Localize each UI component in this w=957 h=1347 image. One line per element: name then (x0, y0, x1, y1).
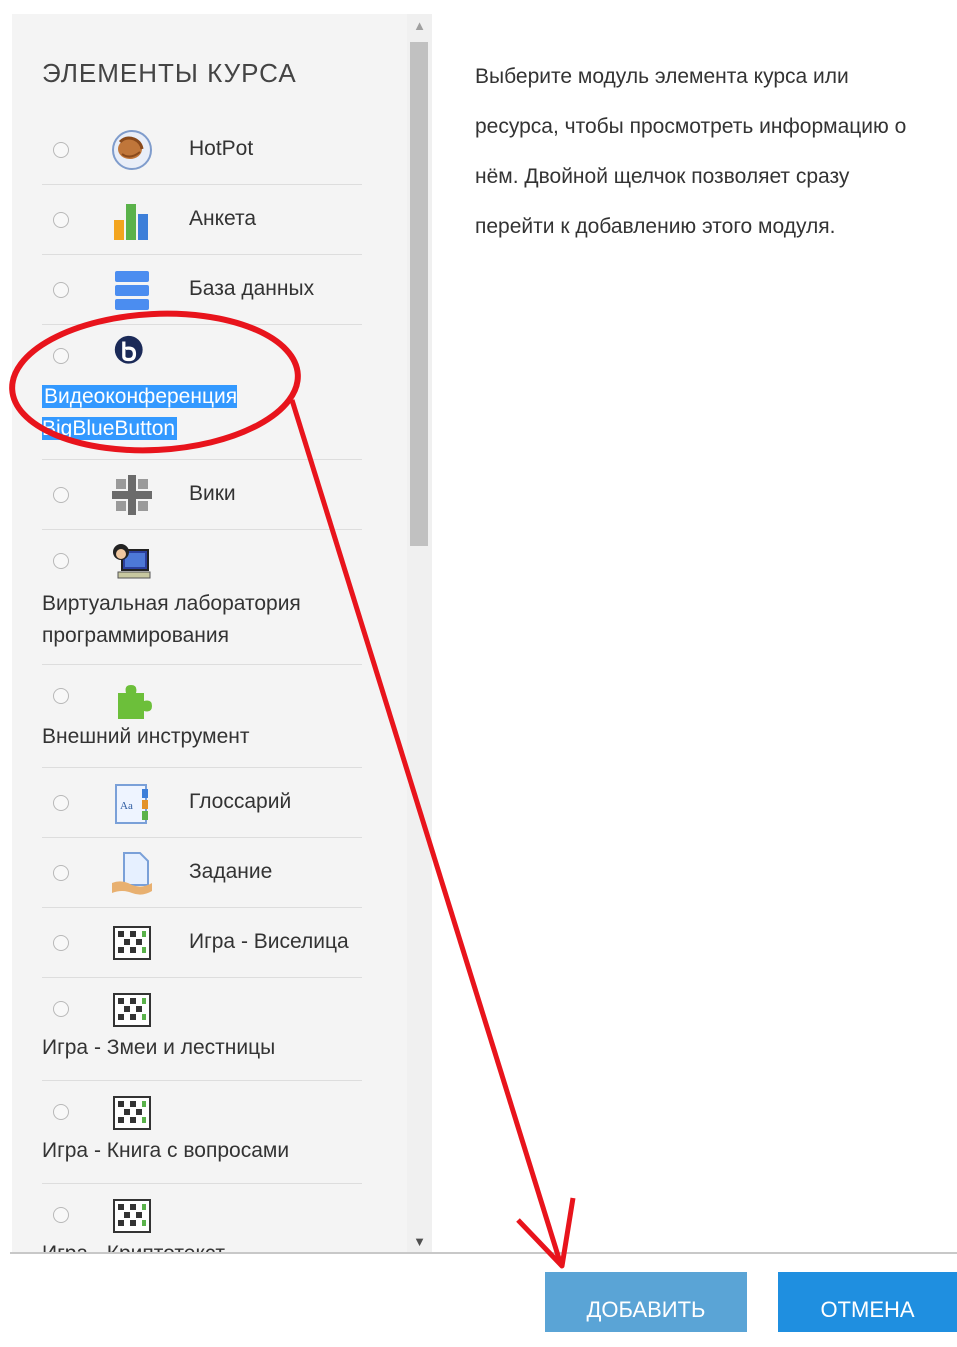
list-item-game-crypto[interactable]: Игра - Криптотекст (42, 1184, 362, 1254)
item-label: Игра - Змеи и лестницы (42, 1036, 276, 1059)
game-grid-icon (113, 926, 151, 960)
annotation-arrowhead (516, 1197, 576, 1269)
game-grid-icon (113, 993, 151, 1027)
radio-button[interactable] (53, 282, 69, 298)
item-label: Вики (189, 482, 236, 505)
list-item-game-snakes[interactable]: Игра - Змеи и лестницы (42, 978, 362, 1081)
radio-button[interactable] (53, 142, 69, 158)
item-label: Анкета (189, 207, 257, 230)
item-label: Видеоконференция BigBlueButton (42, 381, 362, 445)
glossary-icon: Aa (115, 784, 148, 824)
add-button[interactable]: ДОБАВИТЬ (545, 1272, 747, 1332)
item-label: Глоссарий (189, 790, 292, 813)
item-label: Виртуальная лаборатория программирования (42, 592, 301, 647)
radio-button[interactable] (53, 1104, 69, 1120)
list-item-hotpot[interactable]: HotPot (42, 115, 362, 185)
radio-button[interactable] (53, 1207, 69, 1223)
radio-button[interactable] (53, 688, 69, 704)
bar-chart-icon (114, 204, 148, 240)
list-item-external-tool[interactable]: Внешний инструмент (42, 665, 362, 768)
game-grid-icon (113, 1199, 151, 1233)
item-label: Игра - Книга с вопросами (42, 1139, 290, 1162)
list-item-survey[interactable]: Анкета (42, 185, 362, 255)
item-label: База данных (189, 277, 315, 300)
scroll-thumb[interactable] (410, 42, 428, 546)
selected-label-text: Видеоконференция BigBlueButton (42, 385, 238, 440)
bigbluebutton-icon (114, 335, 143, 364)
cancel-button[interactable]: ОТМЕНА (778, 1272, 957, 1332)
list-item-glossary[interactable]: Aa Глоссарий (42, 768, 362, 838)
radio-button[interactable] (53, 865, 69, 881)
radio-button[interactable] (53, 487, 69, 503)
database-icon (115, 271, 149, 310)
module-help-text: Выберите модуль элемента курса или ресур… (475, 65, 907, 238)
hotpot-icon (112, 130, 152, 170)
wiki-icon (112, 475, 152, 515)
list-item-game-hangman[interactable]: Игра - Виселица (42, 908, 362, 978)
radio-button[interactable] (53, 553, 69, 569)
list-scrollbar[interactable]: ▲ ▼ (407, 14, 432, 1254)
activity-list: HotPot Анкета База данных Видеоконференц… (42, 115, 362, 1254)
item-label: HotPot (189, 137, 254, 160)
radio-button[interactable] (53, 795, 69, 811)
list-item-database[interactable]: База данных (42, 255, 362, 325)
item-label: Внешний инструмент (42, 725, 250, 748)
radio-button[interactable] (53, 1001, 69, 1017)
radio-button[interactable] (53, 212, 69, 228)
item-label: Задание (189, 860, 273, 883)
footer-divider (10, 1252, 957, 1254)
list-item-game-book[interactable]: Игра - Книга с вопросами (42, 1081, 362, 1184)
vpl-icon (113, 544, 151, 579)
scroll-up-arrow-icon[interactable]: ▲ (407, 14, 432, 38)
game-grid-icon (113, 1096, 151, 1130)
list-item-assignment[interactable]: Задание (42, 838, 362, 908)
svg-text:Aa: Aa (120, 800, 133, 812)
list-item-wiki[interactable]: Вики (42, 460, 362, 530)
item-label: Игра - Виселица (189, 930, 349, 953)
section-title: ЭЛЕМЕНТЫ КУРСА (42, 58, 297, 88)
radio-button[interactable] (53, 348, 69, 364)
radio-button[interactable] (53, 935, 69, 951)
scroll-down-arrow-icon[interactable]: ▼ (407, 1230, 432, 1254)
activity-chooser-dialog: ЭЛЕМЕНТЫ КУРСА HotPot Анкета База данных… (0, 0, 957, 1332)
activity-list-pane: ЭЛЕМЕНТЫ КУРСА HotPot Анкета База данных… (12, 14, 432, 1254)
list-item-vpl[interactable]: Виртуальная лаборатория программирования (42, 530, 362, 665)
assignment-icon (112, 852, 152, 895)
puzzle-icon (118, 685, 152, 719)
list-item-bigbluebutton[interactable]: Видеоконференция BigBlueButton (42, 325, 362, 460)
